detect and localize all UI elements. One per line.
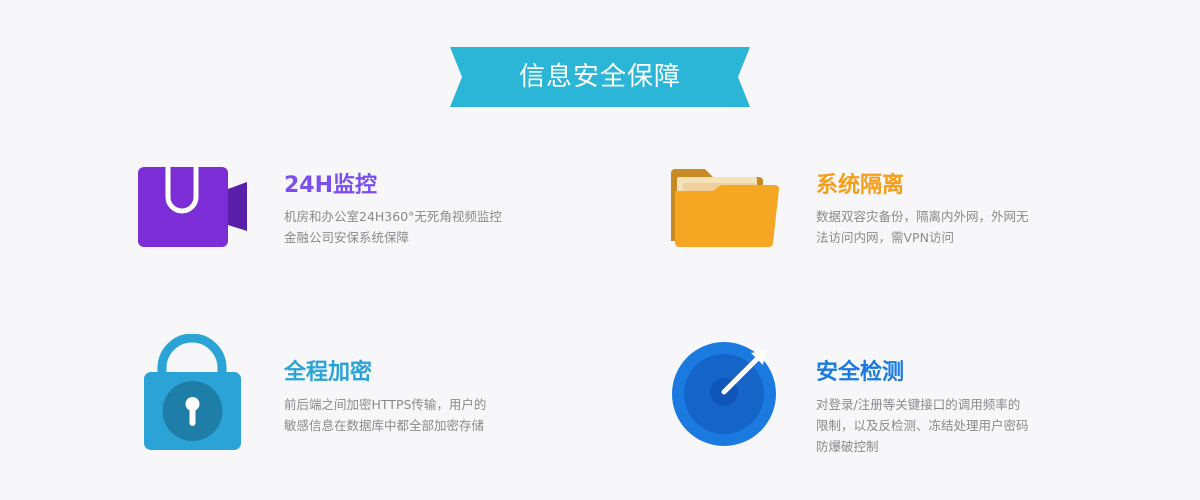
target-icon [671,341,777,451]
description-line: 机房和办公室24H360°无死角视频监控 [284,209,502,224]
feature-title: 24H监控 [284,173,378,198]
folder-icon [669,165,781,253]
description-line: 防爆破控制 [816,439,879,454]
description-line: 金融公司安保系统保障 [284,230,410,245]
video-camera-icon [138,164,250,253]
description-line: 敏感信息在数据库中都全部加密存储 [284,418,485,433]
description-line: 限制，以及反检测、冻结处理用户密码 [816,418,1029,433]
feature-description: 前后端之间加密HTTPS传输，用户的 敏感信息在数据库中都全部加密存储 [284,394,486,436]
feature-description: 机房和办公室24H360°无死角视频监控 金融公司安保系统保障 [284,206,502,248]
feature-title: 系统隔离 [816,173,905,198]
description-line: 对登录/注册等关键接口的调用频率的 [816,397,1021,412]
section-title: 信息安全保障 [518,62,681,92]
section-banner: 信息安全保障 [450,47,750,107]
description-line: 法访问内网，需VPN访问 [816,230,954,245]
description-line: 数据双容灾备份，隔离内外网，外网无 [816,209,1029,224]
feature-title: 全程加密 [284,360,373,385]
feature-description: 对登录/注册等关键接口的调用频率的 限制，以及反检测、冻结处理用户密码 防爆破控… [816,394,1029,457]
description-line: 前后端之间加密HTTPS传输，用户的 [284,397,487,412]
feature-title: 安全检测 [816,360,905,385]
padlock-icon [144,333,244,456]
feature-description: 数据双容灾备份，隔离内外网，外网无 法访问内网，需VPN访问 [816,206,1029,248]
